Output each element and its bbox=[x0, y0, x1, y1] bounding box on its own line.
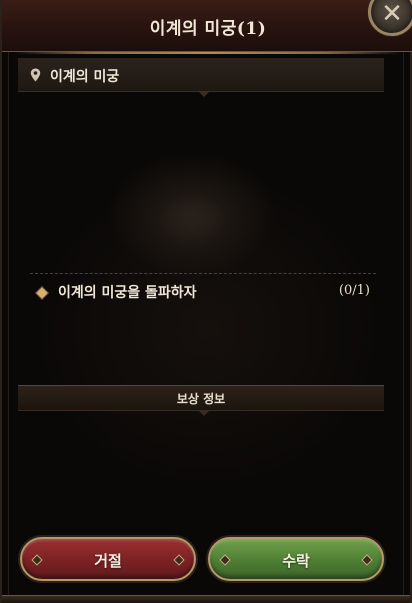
objective-divider bbox=[30, 273, 376, 274]
reward-info-label: 보상 정보 bbox=[176, 392, 226, 406]
reward-info-header: 보상 정보 bbox=[18, 385, 384, 416]
background-silhouette bbox=[142, 180, 242, 270]
bottom-frame bbox=[2, 595, 410, 603]
panel-header: 이계의 미궁(1) bbox=[2, 0, 412, 54]
decline-button-label: 거절 bbox=[94, 552, 122, 570]
quest-objective: 이계의 미궁을 돌파하자 (0/1) bbox=[30, 282, 370, 304]
objective-progress: (0/1) bbox=[338, 283, 370, 298]
diamond-bullet-icon bbox=[36, 287, 48, 299]
decline-button[interactable]: 거절 bbox=[20, 537, 196, 581]
location-bar: 이계의 미궁 bbox=[18, 58, 384, 97]
quest-panel: 이계의 미궁(1) ✕ 이계의 미궁 이계의 미궁을 돌파하자 (0/1) 보상… bbox=[0, 0, 412, 603]
panel-title: 이계의 미궁(1) bbox=[149, 19, 267, 39]
map-pin-icon bbox=[30, 68, 41, 82]
accept-button-label: 수락 bbox=[282, 552, 310, 570]
location-label: 이계의 미궁 bbox=[50, 69, 120, 85]
objective-text: 이계의 미궁을 돌파하자 bbox=[58, 285, 197, 301]
accept-button[interactable]: 수락 bbox=[208, 537, 384, 581]
close-icon: ✕ bbox=[381, 0, 403, 29]
